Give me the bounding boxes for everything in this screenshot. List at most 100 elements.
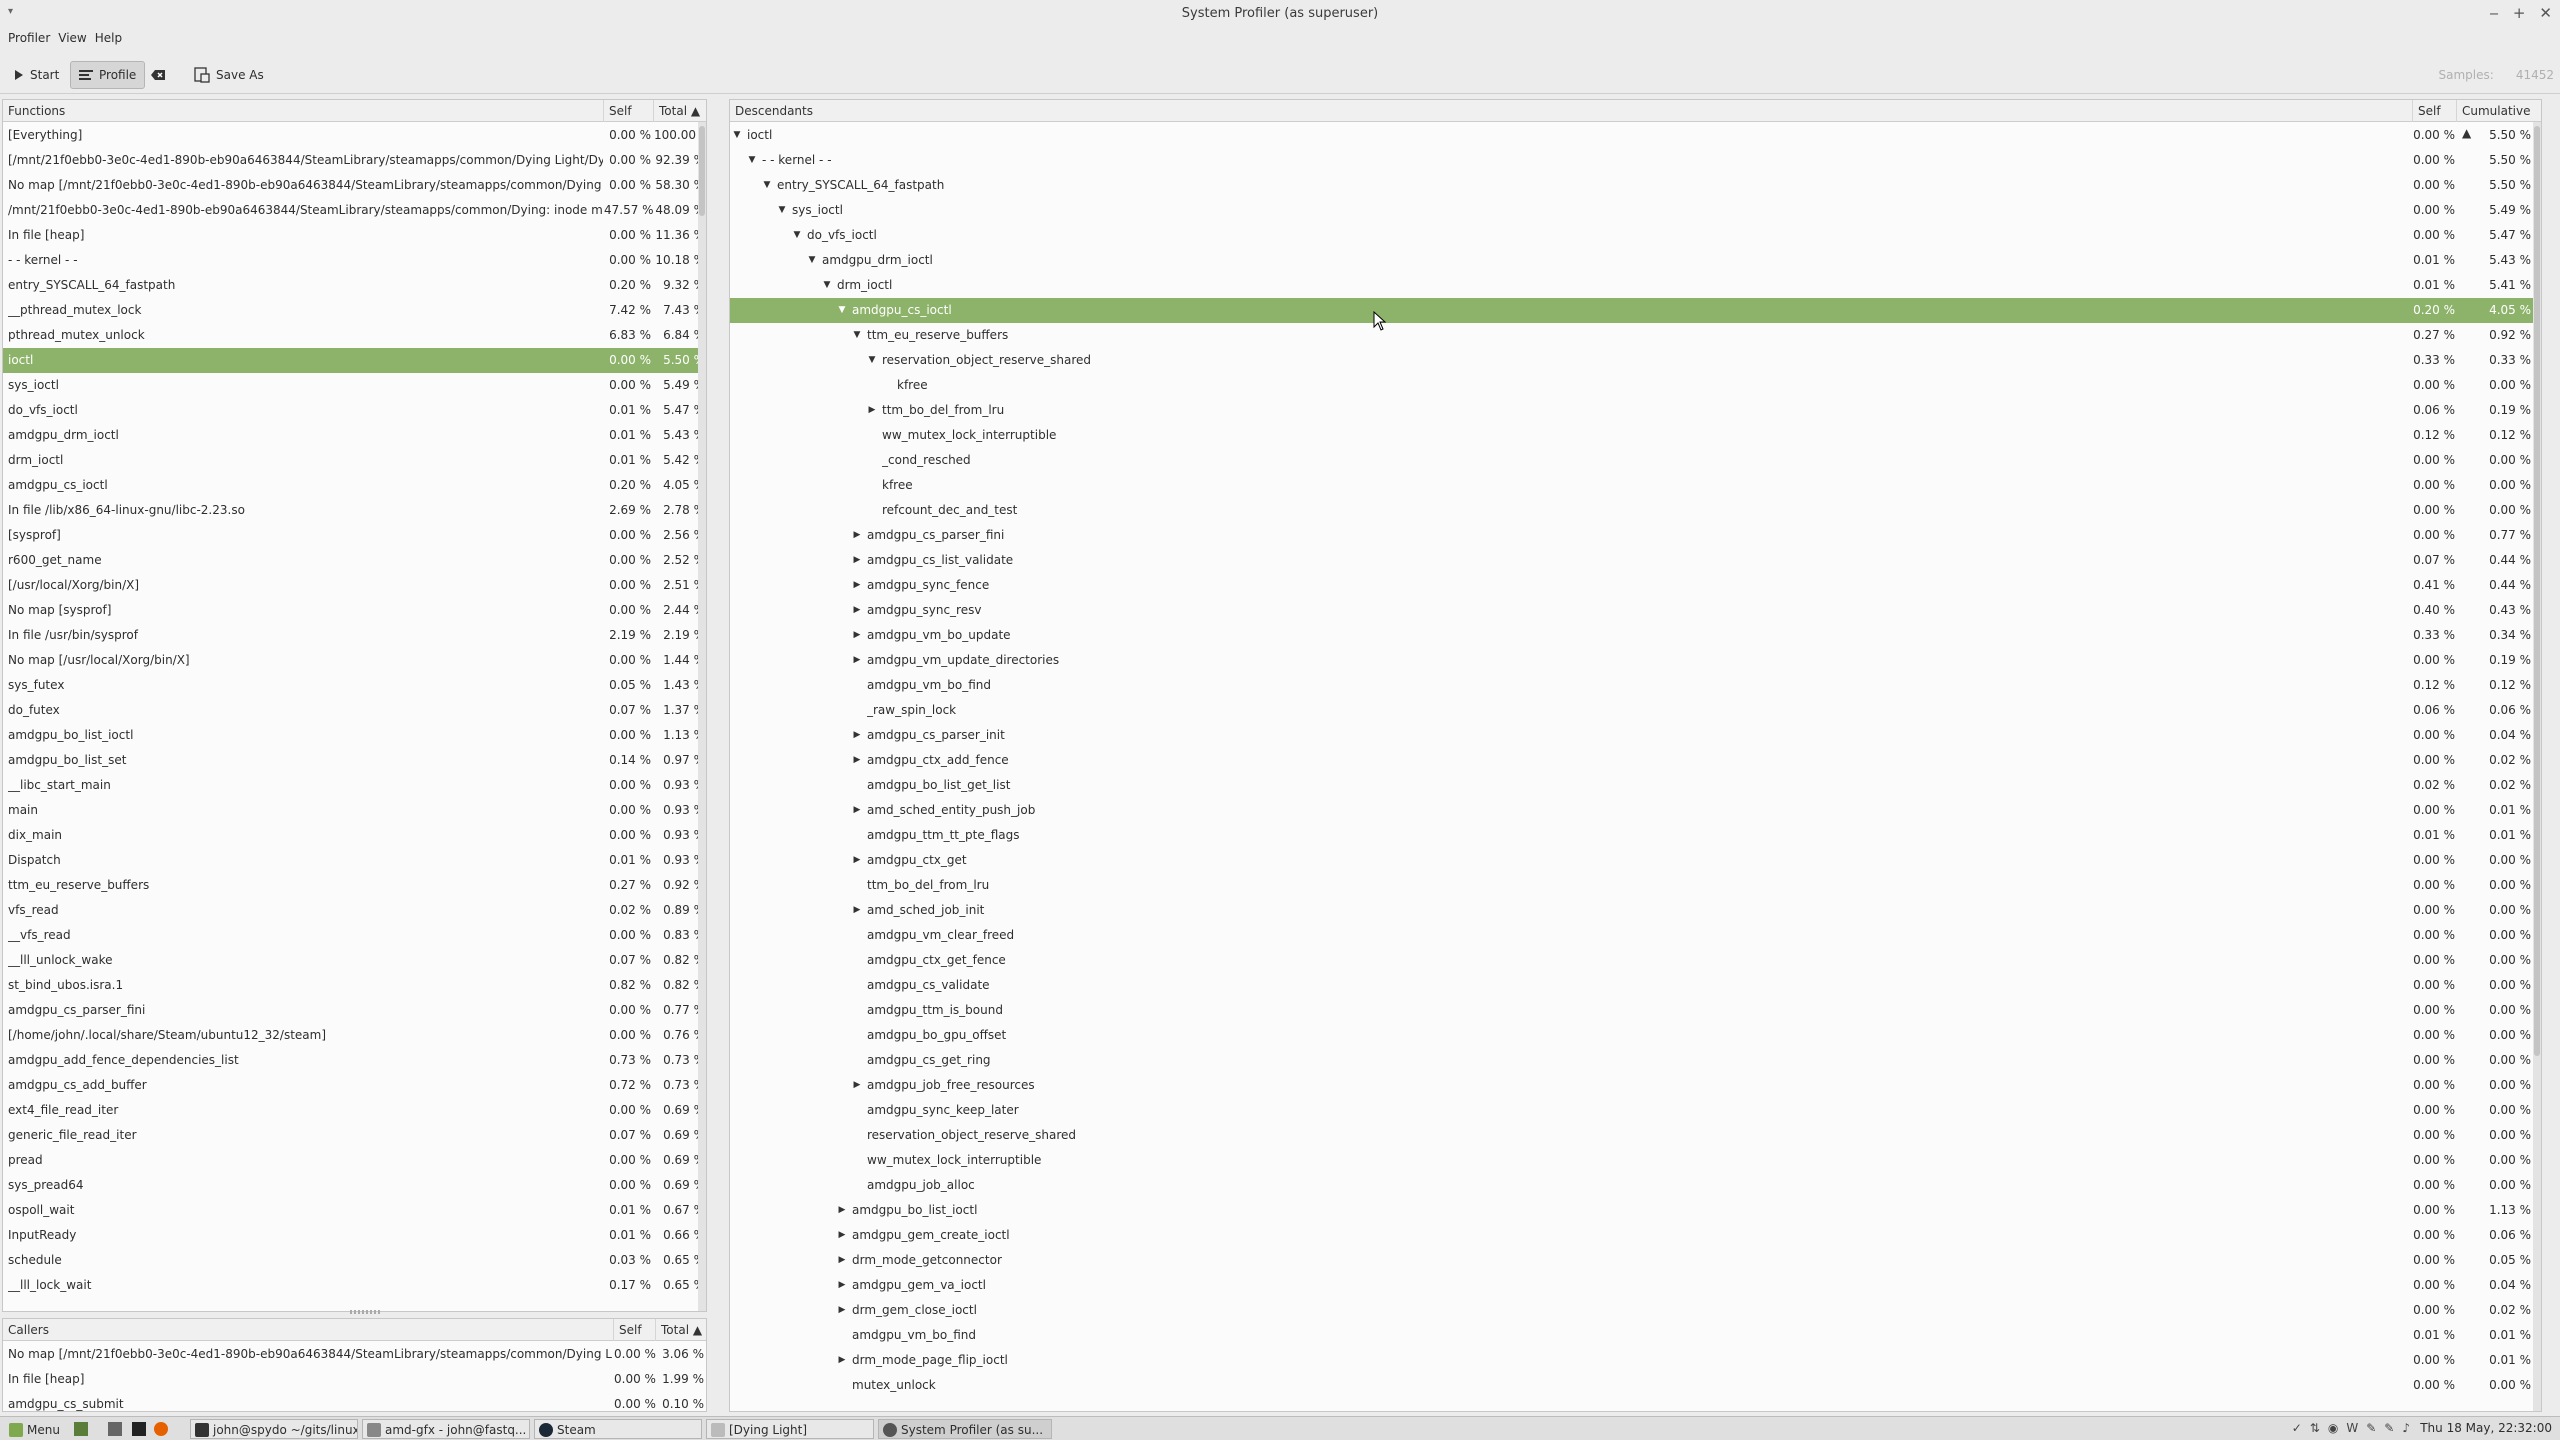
descendant-row[interactable]: amdgpu_vm_clear_freed 0.00 % 0.00 % xyxy=(730,923,2541,948)
function-row[interactable]: amdgpu_add_fence_dependencies_list 0.73 %… xyxy=(3,1048,706,1073)
caller-row[interactable]: No map [/mnt/21f0ebb0-3e0c-4ed1-890b-eb9… xyxy=(3,1342,706,1367)
descendant-row[interactable]: ▼ do_vfs_ioctl 0.00 % 5.47 % xyxy=(730,223,2541,248)
function-row[interactable]: No map [sysprof] 0.00 % 2.44 % xyxy=(3,598,706,623)
show-desktop-icon[interactable] xyxy=(74,1422,88,1436)
expander-closed-icon[interactable]: ▶ xyxy=(836,1273,848,1298)
functions-scrollbar[interactable] xyxy=(698,122,706,1311)
function-row[interactable]: No map [/usr/local/Xorg/bin/X] 0.00 % 1.44… xyxy=(3,648,706,673)
terminal-icon[interactable] xyxy=(132,1422,146,1436)
expander-closed-icon[interactable]: ▶ xyxy=(851,898,863,923)
descendant-row[interactable]: ▼ amdgpu_cs_ioctl 0.20 % 4.05 % xyxy=(730,298,2541,323)
function-row[interactable]: vfs_read 0.02 % 0.89 % xyxy=(3,898,706,923)
close-icon[interactable]: ✕ xyxy=(2539,4,2552,22)
descendant-row[interactable]: ▶ ttm_bo_del_from_lru 0.06 % 0.19 % xyxy=(730,398,2541,423)
expander-open-icon[interactable]: ▼ xyxy=(806,248,818,273)
function-row[interactable]: st_bind_ubos.isra.1 0.82 % 0.82 % xyxy=(3,973,706,998)
cumulative-column-header[interactable]: Cumulative ▲ xyxy=(2457,100,2541,140)
descendant-row[interactable]: ▶ drm_gem_close_ioctl 0.00 % 0.02 % xyxy=(730,1298,2541,1323)
descendant-row[interactable]: amdgpu_cs_validate 0.00 % 0.00 % xyxy=(730,973,2541,998)
descendant-row[interactable]: ▶ amd_sched_entity_push_job 0.00 % 0.01 % xyxy=(730,798,2541,823)
descendant-row[interactable]: ▶ amdgpu_vm_update_directories 0.00 % 0.19 … xyxy=(730,648,2541,673)
function-row[interactable]: [sysprof] 0.00 % 2.56 % xyxy=(3,523,706,548)
descendant-row[interactable]: ▼ - - kernel - - 0.00 % 5.50 % xyxy=(730,148,2541,173)
function-row[interactable]: Dispatch 0.01 % 0.93 % xyxy=(3,848,706,873)
expander-closed-icon[interactable]: ▶ xyxy=(836,1348,848,1373)
descendants-column-header[interactable]: Descendants xyxy=(730,100,2413,122)
descendant-row[interactable]: ▶ amdgpu_cs_parser_init 0.00 % 0.04 % xyxy=(730,723,2541,748)
expander-closed-icon[interactable]: ▶ xyxy=(836,1198,848,1223)
descendant-row[interactable]: ▼ entry_SYSCALL_64_fastpath 0.00 % 5.50 % xyxy=(730,173,2541,198)
function-row[interactable]: do_futex 0.07 % 1.37 % xyxy=(3,698,706,723)
function-row[interactable]: __lll_unlock_wake 0.07 % 0.82 % xyxy=(3,948,706,973)
clock[interactable]: Thu 18 May, 22:32:00 xyxy=(2420,1421,2552,1435)
function-row[interactable]: pread 0.00 % 0.69 % xyxy=(3,1148,706,1173)
descendant-row[interactable]: amdgpu_ctx_get_fence 0.00 % 0.00 % xyxy=(730,948,2541,973)
expander-open-icon[interactable]: ▼ xyxy=(866,348,878,373)
descendant-row[interactable]: ▼ sys_ioctl 0.00 % 5.49 % xyxy=(730,198,2541,223)
descendant-row[interactable]: ▼ ioctl 0.00 % 5.50 % xyxy=(730,123,2541,148)
function-row[interactable]: main 0.00 % 0.93 % xyxy=(3,798,706,823)
descendant-row[interactable]: ▼ amdgpu_drm_ioctl 0.01 % 5.43 % xyxy=(730,248,2541,273)
minimize-icon[interactable]: ‒ xyxy=(2489,4,2499,22)
function-row[interactable]: /mnt/21f0ebb0-3e0c-4ed1-890b-eb90a646384… xyxy=(3,198,706,223)
function-row[interactable]: __vfs_read 0.00 % 0.83 % xyxy=(3,923,706,948)
function-row[interactable]: schedule 0.03 % 0.65 % xyxy=(3,1248,706,1273)
expander-open-icon[interactable]: ▼ xyxy=(761,173,773,198)
descendant-row[interactable]: ▶ amdgpu_gem_va_ioctl 0.00 % 0.04 % xyxy=(730,1273,2541,1298)
function-row[interactable]: In file [heap] 0.00 % 11.36 % xyxy=(3,223,706,248)
descendant-row[interactable]: amdgpu_sync_keep_later 0.00 % 0.00 % xyxy=(730,1098,2541,1123)
function-row[interactable]: r600_get_name 0.00 % 2.52 % xyxy=(3,548,706,573)
menu-view[interactable]: View xyxy=(54,28,90,50)
menu-profiler[interactable]: Profiler xyxy=(4,28,54,50)
expander-closed-icon[interactable]: ▶ xyxy=(836,1298,848,1323)
descendant-row[interactable]: ▶ amdgpu_cs_list_validate 0.07 % 0.44 % xyxy=(730,548,2541,573)
start-button[interactable]: Start xyxy=(6,61,67,89)
function-row[interactable]: __lll_lock_wait 0.17 % 0.65 % xyxy=(3,1273,706,1298)
expander-open-icon[interactable]: ▼ xyxy=(746,148,758,173)
expander-open-icon[interactable]: ▼ xyxy=(836,298,848,323)
function-row[interactable]: do_vfs_ioctl 0.01 % 5.47 % xyxy=(3,398,706,423)
save-as-button[interactable]: Save As xyxy=(186,61,272,89)
descendant-row[interactable]: kfree 0.00 % 0.00 % xyxy=(730,373,2541,398)
descendant-row[interactable]: amdgpu_vm_bo_find 0.12 % 0.12 % xyxy=(730,673,2541,698)
tray-w-icon[interactable]: W xyxy=(2346,1421,2358,1435)
function-row[interactable]: __libc_start_main 0.00 % 0.93 % xyxy=(3,773,706,798)
callers-self-column-header[interactable]: Self xyxy=(614,1319,656,1341)
function-row[interactable]: __pthread_mutex_lock 7.42 % 7.43 % xyxy=(3,298,706,323)
descendant-row[interactable]: amdgpu_cs_get_ring 0.00 % 0.00 % xyxy=(730,1048,2541,1073)
tray-network-icon[interactable]: ⇅ xyxy=(2310,1421,2320,1435)
taskbar-item-terminal[interactable]: john@spydo ~/gits/linux xyxy=(190,1419,358,1439)
taskbar-item-mail[interactable]: amd-gfx - john@fastq... xyxy=(362,1419,530,1439)
expander-closed-icon[interactable]: ▶ xyxy=(836,1248,848,1273)
expander-closed-icon[interactable]: ▶ xyxy=(851,523,863,548)
maximize-icon[interactable]: + xyxy=(2513,4,2526,22)
expander-closed-icon[interactable]: ▶ xyxy=(851,598,863,623)
function-row[interactable]: - - kernel - -0.00 % 10.18 % xyxy=(3,248,706,273)
tray-tool-icon[interactable]: ✎ xyxy=(2384,1421,2394,1435)
descendant-row[interactable]: ▶ amdgpu_ctx_get 0.00 % 0.00 % xyxy=(730,848,2541,873)
firefox-icon[interactable] xyxy=(154,1422,168,1436)
expander-closed-icon[interactable]: ▶ xyxy=(866,398,878,423)
expander-closed-icon[interactable]: ▶ xyxy=(851,623,863,648)
function-row[interactable]: entry_SYSCALL_64_fastpath 0.20 % 9.32 % xyxy=(3,273,706,298)
descendant-row[interactable]: amdgpu_vm_bo_find 0.01 % 0.01 % xyxy=(730,1323,2541,1348)
functions-scroll-thumb[interactable] xyxy=(699,126,705,216)
descendant-row[interactable]: amdgpu_job_alloc 0.00 % 0.00 % xyxy=(730,1173,2541,1198)
descendant-row[interactable]: ▶ amdgpu_gem_create_ioctl 0.00 % 0.06 % xyxy=(730,1223,2541,1248)
self-column-header[interactable]: Self xyxy=(604,100,654,122)
taskbar-item-dying-light[interactable]: [Dying Light] xyxy=(706,1419,874,1439)
function-row[interactable]: [/usr/local/Xorg/bin/X] 0.00 % 2.51 % xyxy=(3,573,706,598)
descendant-row[interactable]: ▶ amdgpu_vm_bo_update 0.33 % 0.34 % xyxy=(730,623,2541,648)
expander-closed-icon[interactable]: ▶ xyxy=(851,723,863,748)
profile-button[interactable]: Profile xyxy=(70,61,146,89)
function-row[interactable]: [Everything] 0.00 % 100.00 % xyxy=(3,123,706,148)
function-row[interactable]: amdgpu_drm_ioctl 0.01 % 5.43 % xyxy=(3,423,706,448)
functions-column-header[interactable]: Functions xyxy=(3,100,604,122)
expander-closed-icon[interactable]: ▶ xyxy=(851,573,863,598)
descendant-row[interactable]: ▶ drm_mode_page_flip_ioctl 0.00 % 0.01 % xyxy=(730,1348,2541,1373)
descendant-row[interactable]: ▶ drm_mode_getconnector 0.00 % 0.05 % xyxy=(730,1248,2541,1273)
expander-open-icon[interactable]: ▼ xyxy=(791,223,803,248)
menu-help[interactable]: Help xyxy=(91,28,126,50)
function-row[interactable]: drm_ioctl 0.01 % 5.42 % xyxy=(3,448,706,473)
descendant-row[interactable]: ▶ amdgpu_ctx_add_fence 0.00 % 0.02 % xyxy=(730,748,2541,773)
